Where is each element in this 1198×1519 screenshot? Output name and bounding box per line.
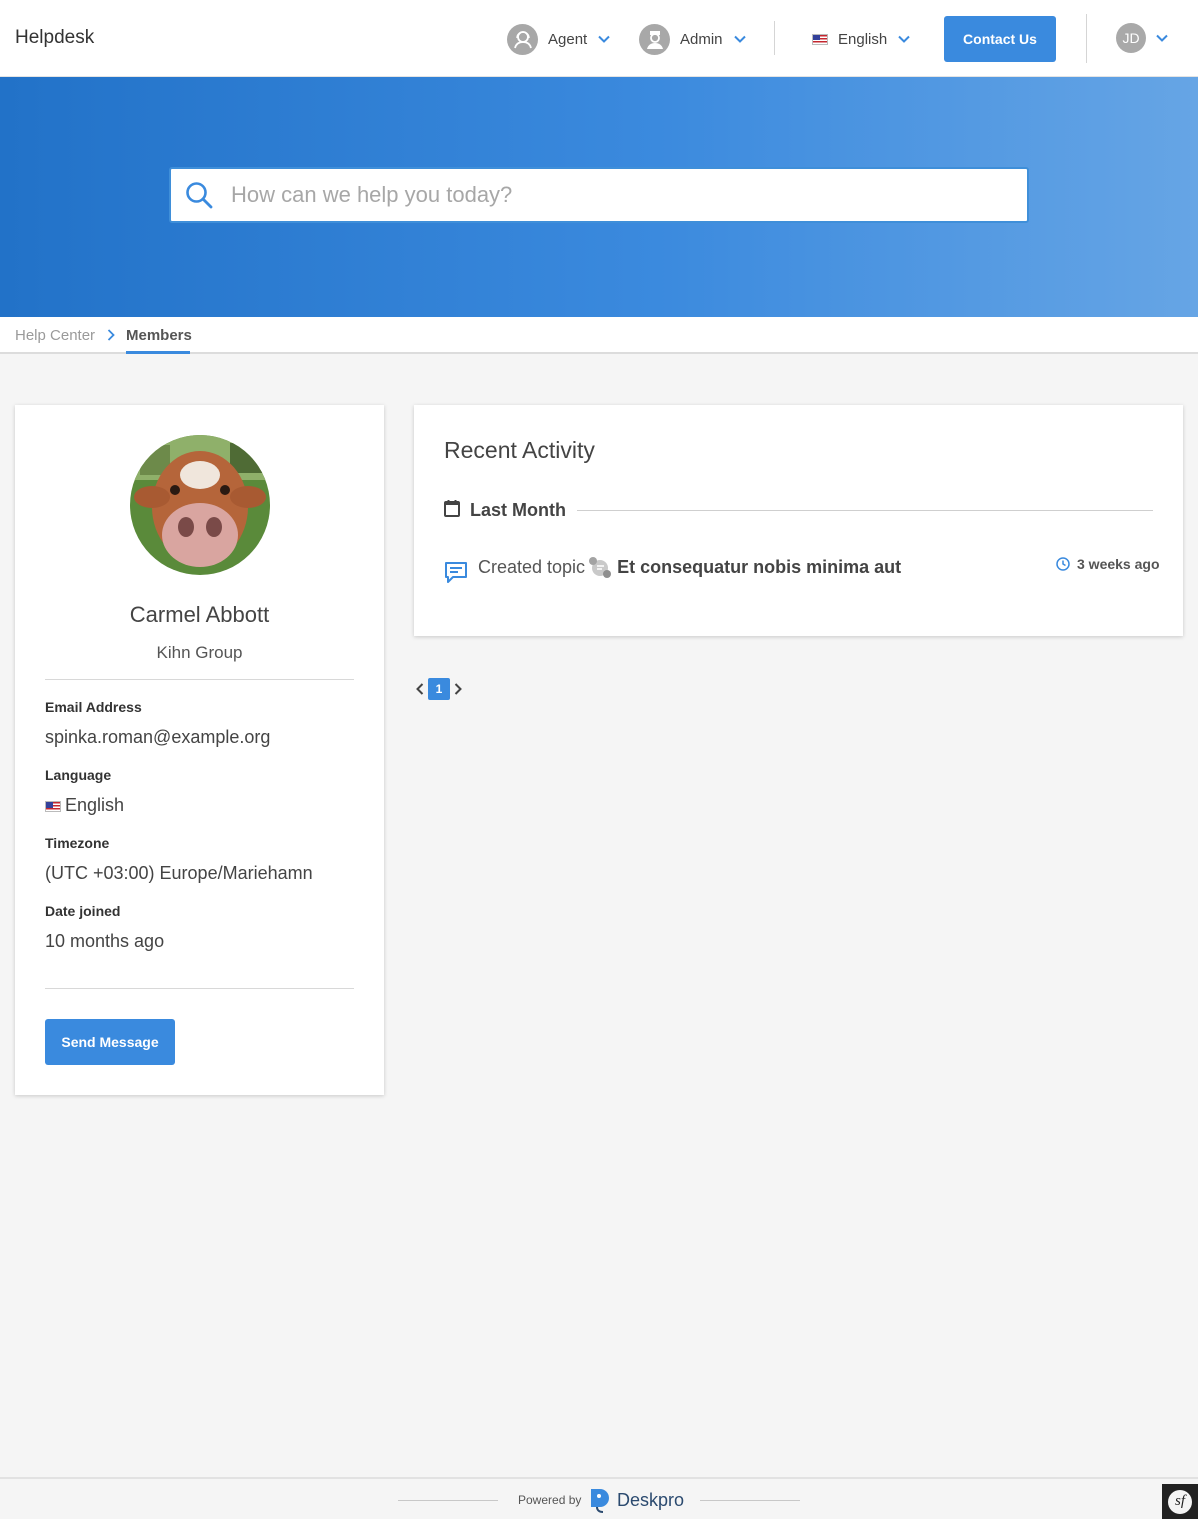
breadcrumb-help-center[interactable]: Help Center bbox=[15, 327, 95, 344]
user-avatar[interactable]: JD bbox=[1116, 23, 1146, 53]
agent-icon bbox=[507, 23, 538, 55]
email-value: spinka.roman@example.org bbox=[45, 727, 271, 747]
chevron-down-icon bbox=[598, 35, 610, 43]
admin-icon bbox=[639, 23, 670, 55]
divider bbox=[45, 679, 354, 680]
admin-label: Admin bbox=[680, 30, 723, 48]
chevron-right-icon[interactable] bbox=[452, 682, 464, 696]
recent-activity-title: Recent Activity bbox=[444, 437, 595, 463]
date-joined-value: 10 months ago bbox=[45, 931, 165, 951]
page-number-button[interactable]: 1 bbox=[428, 678, 450, 700]
language-menu[interactable]: English bbox=[812, 23, 911, 55]
search-bar[interactable] bbox=[169, 167, 1029, 223]
footer: Powered by Deskpro bbox=[0, 1477, 1198, 1519]
divider bbox=[1086, 14, 1087, 63]
search-input[interactable] bbox=[231, 182, 991, 208]
activity-time: 3 weeks ago bbox=[1077, 556, 1160, 572]
hero-banner bbox=[0, 77, 1198, 317]
deskpro-logo-icon bbox=[591, 1489, 609, 1513]
chevron-right-icon bbox=[107, 329, 115, 341]
deskpro-logo[interactable]: Deskpro bbox=[589, 1487, 684, 1513]
language-text: English bbox=[65, 795, 125, 815]
calendar-icon bbox=[444, 500, 460, 517]
divider bbox=[774, 21, 775, 55]
timezone-value: (UTC +03:00) Europe/Mariehamn bbox=[45, 863, 313, 883]
language-value: English bbox=[45, 795, 124, 816]
community-topic-icon bbox=[589, 557, 612, 578]
clock-icon bbox=[1056, 557, 1070, 571]
activity-item: Created topic Et consequatur nobis minim… bbox=[478, 554, 901, 580]
divider bbox=[45, 988, 354, 989]
comment-icon bbox=[445, 562, 467, 583]
topic-link[interactable]: Et consequatur nobis minima aut bbox=[617, 557, 901, 578]
breadcrumb: Help Center Members bbox=[0, 317, 1198, 354]
avatar bbox=[130, 435, 270, 575]
period-heading: Last Month bbox=[470, 500, 566, 520]
deskpro-brand: Deskpro bbox=[617, 1489, 685, 1510]
language-label: English bbox=[838, 30, 888, 48]
us-flag-icon bbox=[812, 33, 828, 45]
brand-title[interactable]: Helpdesk bbox=[15, 27, 94, 49]
language-label: Language bbox=[45, 767, 112, 783]
chevron-down-icon bbox=[733, 35, 746, 43]
activity-action: Created topic bbox=[478, 556, 586, 577]
agent-menu[interactable]: Agent bbox=[507, 23, 611, 55]
divider bbox=[577, 510, 1153, 511]
member-profile-card: Carmel Abbott Kihn Group Email Address s… bbox=[15, 405, 384, 1095]
agent-label: Agent bbox=[548, 30, 588, 48]
email-label: Email Address bbox=[45, 699, 142, 715]
top-navigation-bar: Helpdesk Agent Admin English Contact Us … bbox=[0, 0, 1198, 77]
date-joined-label: Date joined bbox=[45, 903, 121, 919]
divider bbox=[700, 1500, 800, 1501]
symfony-icon: sf bbox=[1168, 1489, 1192, 1514]
breadcrumb-members[interactable]: Members bbox=[126, 327, 192, 344]
chevron-down-icon bbox=[898, 35, 910, 43]
chevron-left-icon[interactable] bbox=[414, 682, 426, 696]
chevron-down-icon[interactable] bbox=[1155, 31, 1169, 45]
powered-by-text: Powered by bbox=[518, 1493, 582, 1507]
divider bbox=[398, 1500, 498, 1501]
recent-activity-card: Recent Activity Last Month Created topic… bbox=[414, 405, 1183, 636]
search-icon bbox=[186, 182, 213, 209]
activity-timestamp: 3 weeks ago bbox=[1056, 556, 1160, 572]
admin-menu[interactable]: Admin bbox=[639, 23, 747, 55]
active-tab-indicator bbox=[126, 351, 190, 354]
timezone-label: Timezone bbox=[45, 835, 110, 851]
us-flag-icon bbox=[45, 801, 61, 812]
member-organization: Kihn Group bbox=[156, 643, 243, 662]
debug-toolbar-toggle[interactable]: sf bbox=[1162, 1484, 1198, 1519]
member-name: Carmel Abbott bbox=[129, 602, 270, 627]
send-message-button[interactable]: Send Message bbox=[45, 1019, 175, 1065]
contact-us-button[interactable]: Contact Us bbox=[944, 16, 1056, 62]
pagination: 1 bbox=[414, 678, 464, 700]
